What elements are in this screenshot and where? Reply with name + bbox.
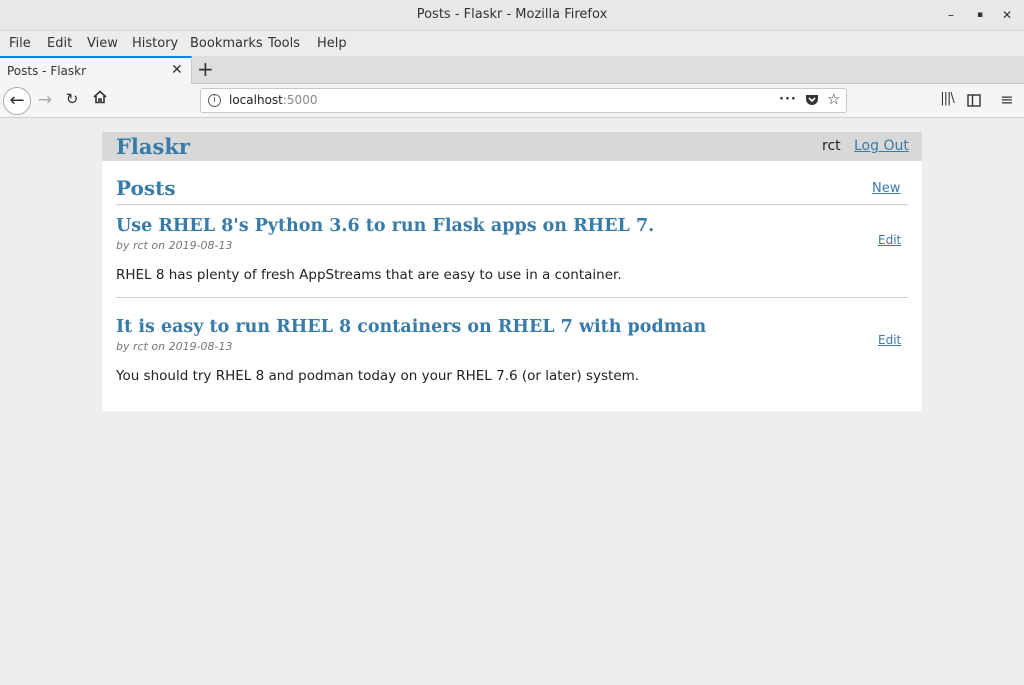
new-post-link[interactable]: New	[872, 181, 900, 196]
page-actions-icon[interactable]: ···	[779, 92, 797, 107]
address-bar[interactable]: i localhost:5000 ··· ☆	[200, 88, 847, 113]
hamburger-menu-icon[interactable]: ≡	[998, 90, 1016, 109]
sidebar-icon[interactable]	[966, 92, 982, 111]
url-port: :5000	[282, 93, 318, 107]
menu-file[interactable]: File	[9, 36, 31, 51]
post-meta: by rct on 2019-08-13	[116, 340, 233, 353]
new-tab-icon[interactable]: +	[197, 57, 214, 81]
divider	[116, 297, 908, 298]
window-titlebar: Posts - Flaskr - Mozilla Firefox – ▪ ✕	[0, 0, 1024, 31]
post-title: Use RHEL 8's Python 3.6 to run Flask app…	[116, 216, 655, 236]
bookmark-star-icon[interactable]: ☆	[827, 90, 840, 108]
close-window-icon[interactable]: ✕	[998, 6, 1016, 24]
minimize-icon[interactable]: –	[942, 6, 960, 24]
divider	[116, 204, 908, 205]
site-brand[interactable]: Flaskr	[116, 134, 190, 159]
url-host: localhost	[229, 93, 283, 107]
edit-post-link[interactable]: Edit	[878, 333, 901, 347]
pocket-icon[interactable]	[805, 93, 819, 111]
menu-help[interactable]: Help	[317, 36, 347, 51]
page-title: Posts	[116, 176, 176, 200]
menu-tools[interactable]: Tools	[268, 36, 300, 51]
window-title: Posts - Flaskr - Mozilla Firefox	[416, 7, 608, 22]
flaskr-container: Flaskr rct Log Out Posts New Use RHEL 8'…	[102, 132, 922, 411]
post-meta: by rct on 2019-08-13	[116, 239, 233, 252]
site-header: Flaskr rct Log Out	[102, 132, 922, 161]
menu-history[interactable]: History	[132, 36, 178, 51]
site-info-icon[interactable]: i	[208, 94, 221, 107]
menu-view[interactable]: View	[87, 36, 118, 51]
home-icon[interactable]	[90, 89, 110, 109]
maximize-icon[interactable]: ▪	[971, 6, 989, 24]
navigation-bar: ← → ↻ i localhost:5000 ··· ☆ |||\ ≡	[0, 84, 1024, 118]
forward-arrow-icon[interactable]: →	[36, 90, 54, 110]
edit-post-link[interactable]: Edit	[878, 233, 901, 247]
url-text: localhost:5000	[229, 93, 317, 107]
tab-title: Posts - Flaskr	[7, 64, 87, 78]
post-body: RHEL 8 has plenty of fresh AppStreams th…	[116, 267, 622, 283]
post-title: It is easy to run RHEL 8 containers on R…	[116, 317, 707, 337]
back-arrow-icon[interactable]: ←	[3, 87, 31, 115]
tab-strip: Posts - Flaskr ✕ +	[0, 56, 1024, 84]
menu-bar: File Edit View History Bookmarks Tools H…	[0, 31, 1024, 56]
menu-edit[interactable]: Edit	[47, 36, 72, 51]
library-icon[interactable]: |||\	[938, 91, 956, 106]
page-viewport: Flaskr rct Log Out Posts New Use RHEL 8'…	[0, 119, 1024, 685]
post-body: You should try RHEL 8 and podman today o…	[116, 368, 640, 384]
menu-bookmarks[interactable]: Bookmarks	[190, 36, 263, 51]
logout-link[interactable]: Log Out	[854, 138, 909, 154]
current-user: rct	[822, 138, 841, 154]
tab-close-icon[interactable]: ✕	[171, 62, 183, 78]
tab-posts-flaskr[interactable]: Posts - Flaskr ✕	[0, 56, 192, 84]
reload-icon[interactable]: ↻	[63, 90, 81, 108]
